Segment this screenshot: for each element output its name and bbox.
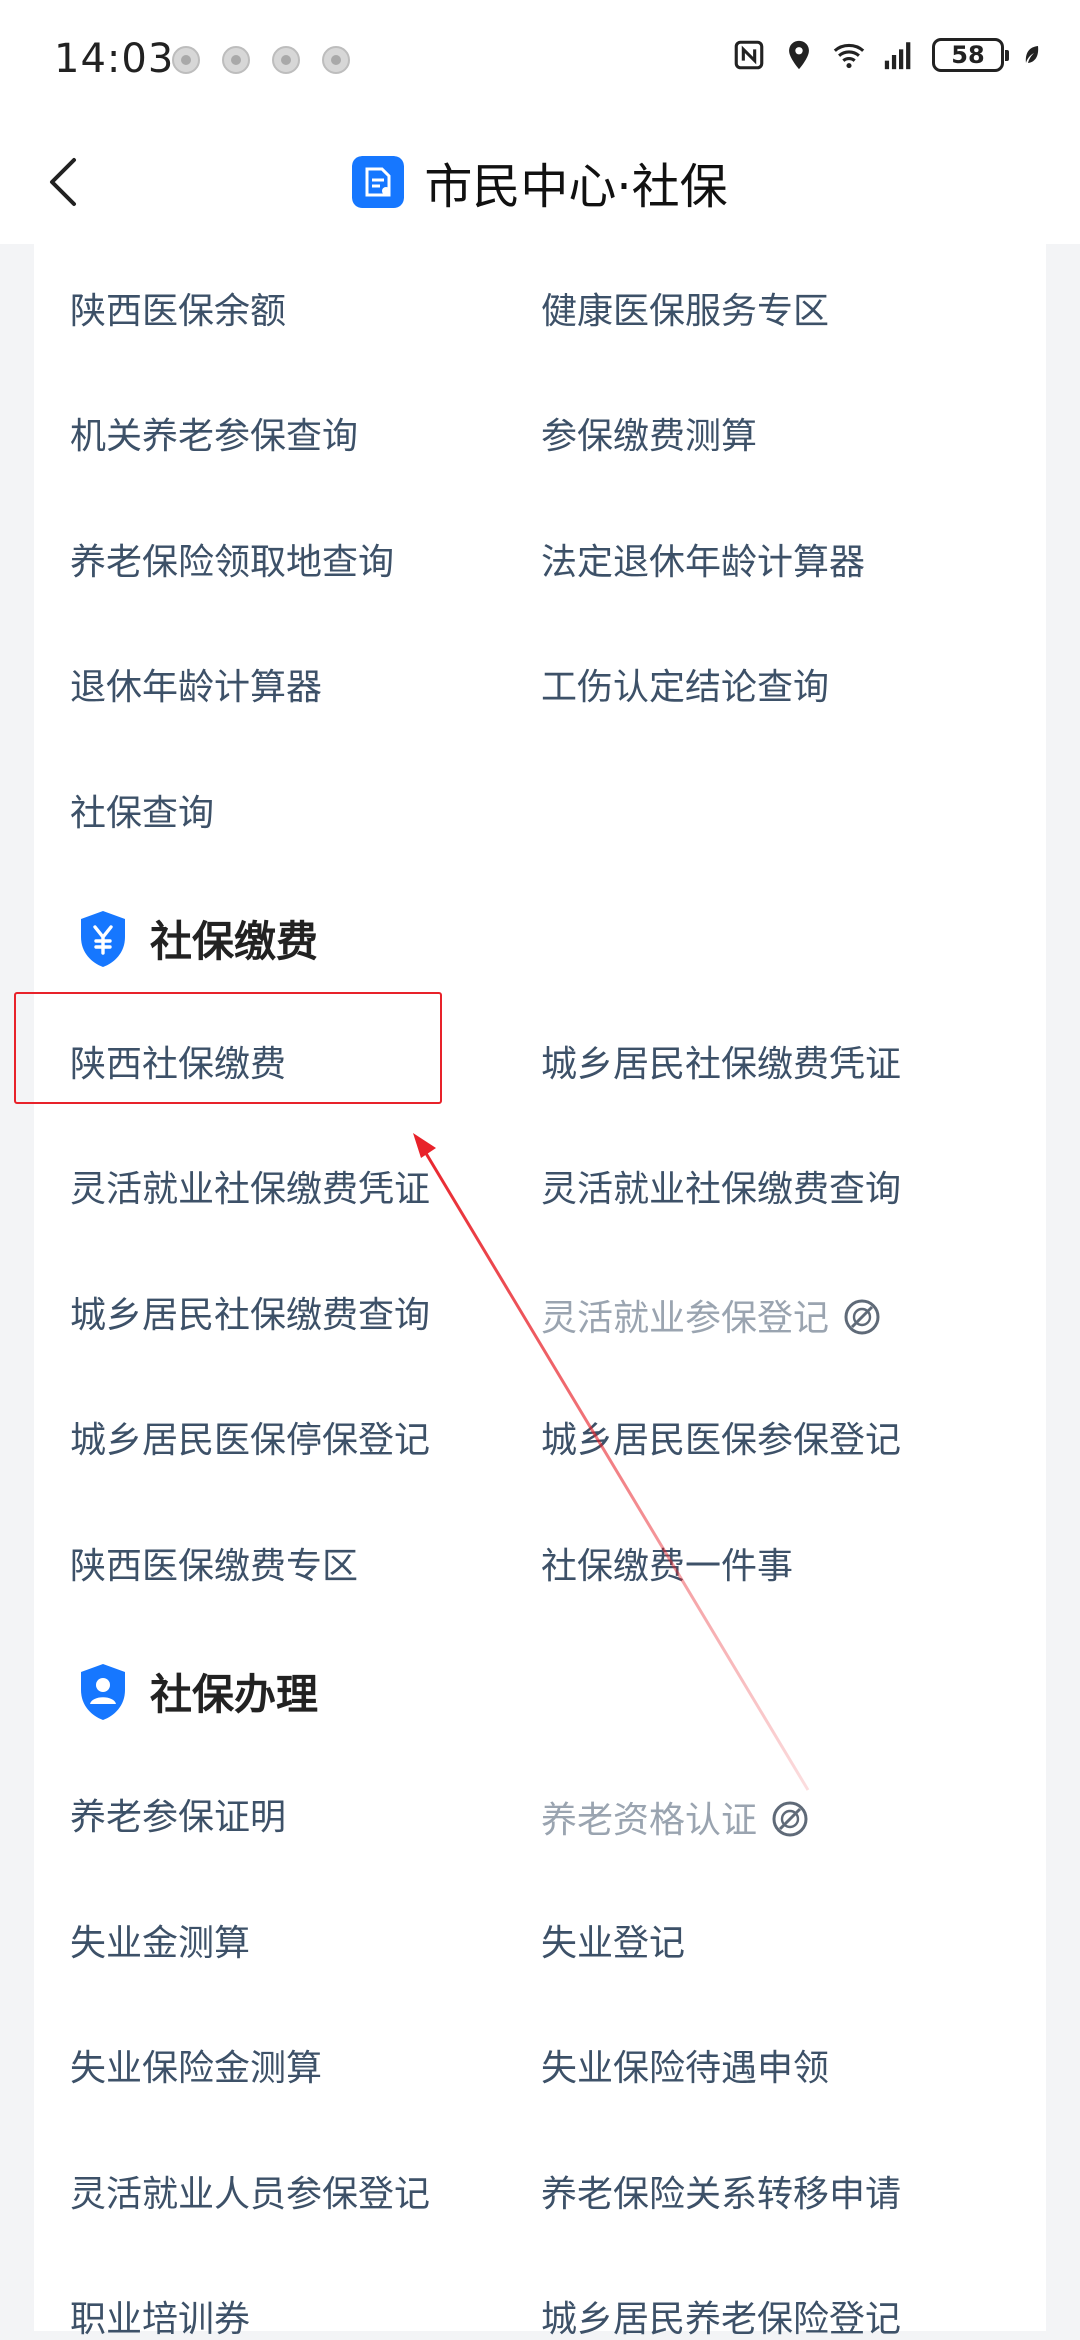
service-item-label: 社保缴费一件事 — [541, 1546, 794, 1587]
service-item-injury-query[interactable]: 工伤认定结论查询 — [541, 670, 829, 706]
service-item-payment-one-thing[interactable]: 社保缴费一件事 — [541, 1549, 793, 1585]
service-item-label: 陕西医保余额 — [70, 291, 287, 332]
service-item-label: 养老资格认证 — [541, 1800, 758, 1841]
service-item-pension-certificate[interactable]: 养老参保证明 — [70, 1800, 286, 1836]
service-item-gov-pension-query[interactable]: 机关养老参保查询 — [70, 419, 358, 455]
citizen-center-logo-icon — [352, 156, 405, 208]
service-item-label: 参保缴费测算 — [541, 416, 758, 457]
service-item-label: 城乡居民医保参保登记 — [541, 1420, 902, 1461]
location-icon — [789, 40, 809, 70]
service-item-label: 失业登记 — [541, 1923, 686, 1964]
leaf-icon — [1025, 46, 1039, 63]
service-item-label: 失业金测算 — [70, 1923, 251, 1964]
notification-app-icon — [172, 46, 200, 74]
service-item-statutory-retirement-calc[interactable]: 法定退休年龄计算器 — [541, 545, 865, 581]
service-item-unemployment-register[interactable]: 失业登记 — [541, 1926, 685, 1962]
service-item-label: 城乡居民医保停保登记 — [70, 1420, 431, 1461]
service-item-label: 灵活就业参保登记 — [541, 1298, 830, 1339]
service-item-rural-pension-register[interactable]: 城乡居民养老保险登记 — [541, 2302, 901, 2338]
notification-app-icon — [272, 46, 300, 74]
notification-app-icon — [222, 46, 250, 74]
service-item-label: 职业培训券 — [70, 2299, 251, 2340]
service-item-unemployment-benefit-apply[interactable]: 失业保险待遇申领 — [541, 2051, 829, 2087]
service-item-label: 养老保险关系转移申请 — [541, 2174, 902, 2215]
service-item-label: 机关养老参保查询 — [70, 416, 359, 457]
service-item-flexible-payment-query[interactable]: 灵活就业社保缴费查询 — [541, 1172, 901, 1208]
service-item-shaanxi-medical-payment[interactable]: 陕西医保缴费专区 — [70, 1549, 358, 1585]
service-item-label: 城乡居民养老保险登记 — [541, 2299, 902, 2340]
notification-app-icon — [322, 46, 350, 74]
yuan-shield-icon — [81, 910, 125, 967]
service-item-label: 城乡居民社保缴费查询 — [70, 1295, 431, 1336]
service-item-pension-transfer[interactable]: 养老保险关系转移申请 — [541, 2177, 901, 2213]
service-item-pension-qualification[interactable]: 养老资格认证 — [541, 1800, 809, 1839]
service-item-training-voucher[interactable]: 职业培训券 — [70, 2302, 250, 2338]
notification-icons — [172, 46, 350, 74]
service-item-flexible-payment-voucher[interactable]: 灵活就业社保缴费凭证 — [70, 1172, 430, 1208]
wifi-icon — [833, 43, 865, 69]
service-item-label: 养老参保证明 — [70, 1797, 287, 1838]
section-title: 社保缴费 — [150, 917, 319, 966]
battery-indicator: 58 — [932, 38, 1009, 72]
signal-icon — [884, 42, 911, 70]
service-item-social-security-query[interactable]: 社保查询 — [70, 796, 214, 832]
service-item-rural-payment-voucher[interactable]: 城乡居民社保缴费凭证 — [541, 1047, 901, 1083]
service-item-label: 失业保险金测算 — [70, 2048, 323, 2089]
nav-title-group: 市民中心·社保 — [0, 120, 1080, 244]
section-title: 社保办理 — [150, 1670, 319, 1719]
service-item-flexible-worker-register[interactable]: 灵活就业人员参保登记 — [70, 2177, 430, 2213]
service-item-contribution-calc[interactable]: 参保缴费测算 — [541, 419, 757, 455]
service-item-label: 健康医保服务专区 — [541, 291, 830, 332]
service-item-label: 养老保险领取地查询 — [70, 542, 395, 583]
service-item-shaanxi-medical-balance[interactable]: 陕西医保余额 — [70, 294, 286, 330]
service-item-label: 灵活就业社保缴费查询 — [541, 1169, 902, 1210]
status-time: 14:03 — [54, 36, 175, 82]
service-item-pension-location-query[interactable]: 养老保险领取地查询 — [70, 545, 394, 581]
status-bar: 14:03 58 — [0, 0, 1080, 120]
service-item-flexible-registration[interactable]: 灵活就业参保登记 — [541, 1298, 881, 1337]
service-item-label: 灵活就业人员参保登记 — [70, 2174, 431, 2215]
service-item-rural-medical-register[interactable]: 城乡居民医保参保登记 — [541, 1423, 901, 1459]
service-item-rural-medical-stop[interactable]: 城乡居民医保停保登记 — [70, 1423, 430, 1459]
battery-level: 58 — [951, 41, 985, 69]
person-shield-icon — [81, 1663, 125, 1720]
service-item-label: 工伤认定结论查询 — [541, 667, 830, 708]
section-header-payment: 社保缴费 — [78, 908, 318, 969]
section-header-handling: 社保办理 — [78, 1661, 318, 1722]
nav-bar: 市民中心·社保 — [0, 120, 1080, 244]
service-item-label: 陕西医保缴费专区 — [70, 1546, 359, 1587]
nfc-icon — [734, 40, 764, 70]
page-title: 市民中心·社保 — [424, 159, 728, 215]
service-item-health-medical-zone[interactable]: 健康医保服务专区 — [541, 294, 829, 330]
unavailable-icon — [772, 1801, 808, 1837]
service-item-label: 退休年龄计算器 — [70, 667, 323, 708]
highlight-box — [14, 992, 442, 1104]
service-item-unemployment-calc[interactable]: 失业金测算 — [70, 1926, 250, 1962]
service-item-retirement-calc[interactable]: 退休年龄计算器 — [70, 670, 322, 706]
service-item-rural-payment-query[interactable]: 城乡居民社保缴费查询 — [70, 1298, 430, 1334]
service-item-label: 灵活就业社保缴费凭证 — [70, 1169, 431, 1210]
service-item-label: 城乡居民社保缴费凭证 — [541, 1044, 902, 1085]
service-item-label: 社保查询 — [70, 793, 215, 834]
service-item-label: 法定退休年龄计算器 — [541, 542, 866, 583]
service-item-label: 失业保险待遇申领 — [541, 2048, 830, 2089]
unavailable-icon — [844, 1299, 880, 1335]
status-indicators: 58 — [732, 38, 1044, 72]
service-item-unemployment-insurance-calc[interactable]: 失业保险金测算 — [70, 2051, 322, 2087]
